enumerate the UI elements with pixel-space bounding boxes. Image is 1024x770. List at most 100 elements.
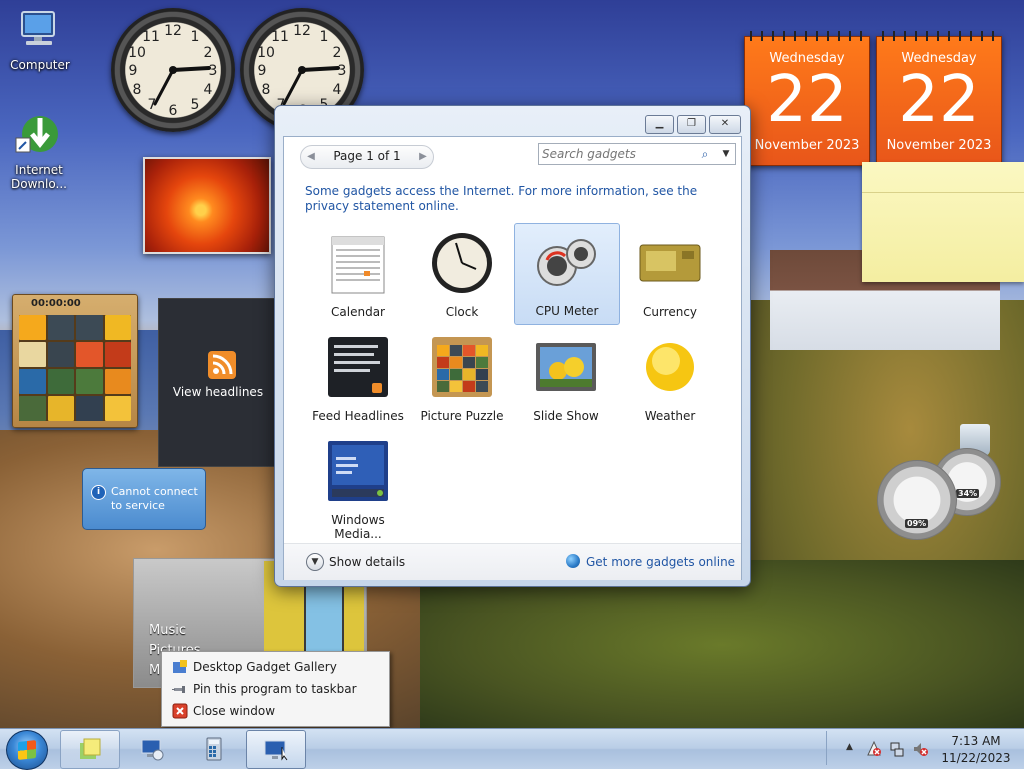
globe-icon xyxy=(566,554,580,568)
start-button[interactable] xyxy=(6,730,48,770)
action-center-icon[interactable] xyxy=(866,741,882,757)
puzzle-tile[interactable] xyxy=(47,315,74,340)
calculator-icon xyxy=(206,737,222,761)
get-more-gadgets-link[interactable]: Get more gadgets online xyxy=(586,555,735,569)
restore-button[interactable]: ❐ xyxy=(677,115,706,134)
menu-item-pin-to-taskbar[interactable]: Pin this program to taskbar xyxy=(164,678,385,700)
svg-text:2: 2 xyxy=(333,45,342,61)
svg-text:4: 4 xyxy=(204,82,213,98)
calendar-month-year: November 2023 xyxy=(886,138,992,153)
svg-text:3: 3 xyxy=(209,63,218,79)
svg-text:5: 5 xyxy=(191,97,200,113)
svg-text:8: 8 xyxy=(133,82,142,98)
taskbar-desktop-gadgets[interactable] xyxy=(246,730,306,769)
taskbar-remote-desktop[interactable] xyxy=(122,730,182,769)
puzzle-tile[interactable] xyxy=(76,369,103,394)
puzzle-tile[interactable] xyxy=(104,396,131,421)
taskbar-scroll[interactable] xyxy=(826,731,837,765)
taskbar-jump-list[interactable]: Desktop Gadget Gallery Pin this program … xyxy=(161,651,390,727)
chevron-down-icon[interactable]: ▼ xyxy=(719,144,733,164)
cpu-meter-icon xyxy=(537,239,596,286)
search-icon[interactable]: ⌕ xyxy=(697,144,713,164)
calendar-gadget[interactable]: Wednesday 22 November 2023 xyxy=(876,31,1002,166)
show-details-button[interactable]: Show details xyxy=(329,555,405,569)
volume-muted-icon[interactable] xyxy=(912,741,928,757)
puzzle-tile[interactable] xyxy=(19,369,46,394)
desktop-icon-computer[interactable]: Computer xyxy=(8,6,72,76)
puzzle-timer: 00:00:00 xyxy=(31,298,81,309)
search-box[interactable]: ⌕ ▼ xyxy=(538,143,736,165)
chevron-down-icon[interactable]: ▼ xyxy=(306,553,324,571)
svg-text:6: 6 xyxy=(169,103,178,119)
gadget-clock[interactable]: Clock xyxy=(410,225,514,325)
next-page-button[interactable]: ▶ xyxy=(414,148,432,166)
sticky-notes-icon xyxy=(80,738,101,759)
currency-icon xyxy=(639,244,701,282)
gadget-name: Windows Media... xyxy=(331,513,385,541)
gadget-calendar[interactable]: Calendar xyxy=(306,225,410,325)
svg-text:12: 12 xyxy=(164,23,182,39)
puzzle-tile[interactable] xyxy=(104,342,131,367)
cpu-meter-gadget[interactable]: 34% 09% xyxy=(877,448,1003,540)
picture-puzzle-gadget[interactable]: 00:00:00 xyxy=(12,294,138,428)
sticky-note-fold xyxy=(862,192,1024,193)
menu-item-close-window[interactable]: Close window xyxy=(164,700,385,722)
notification-area: ▲ 7:13 AM 11/22/2023 xyxy=(826,730,1024,768)
gadget-name: Picture Puzzle xyxy=(420,409,504,423)
puzzle-tile[interactable] xyxy=(47,369,74,394)
calendar-month-year: November 2023 xyxy=(754,138,860,153)
show-hidden-icons-button[interactable]: ▲ xyxy=(846,742,853,752)
clock-time[interactable]: 7:13 AM xyxy=(936,734,1016,748)
media-item[interactable]: Music xyxy=(149,621,200,641)
gadget-cpu-meter[interactable]: CPU Meter xyxy=(514,223,620,325)
search-input[interactable] xyxy=(542,145,692,162)
gadget-gallery-window[interactable]: ▁ ❐ ✕ ◀ Page 1 of 1 ▶ ⌕ ▼ Some gadgets a… xyxy=(274,105,751,587)
cpu-percent: 09% xyxy=(905,519,929,528)
menu-item-desktop-gadget-gallery[interactable]: Desktop Gadget Gallery xyxy=(164,656,385,678)
privacy-info-link[interactable]: Some gadgets access the Internet. For mo… xyxy=(305,184,725,214)
puzzle-tile[interactable] xyxy=(76,342,103,367)
puzzle-tile[interactable] xyxy=(47,342,74,367)
network-icon[interactable] xyxy=(890,741,906,757)
calendar-gadget[interactable]: Wednesday 22 November 2023 xyxy=(744,31,870,166)
calendar-rings xyxy=(877,31,1001,41)
gadget-name: Clock xyxy=(445,305,479,319)
puzzle-tile[interactable] xyxy=(104,315,131,340)
weather-gadget[interactable]: i Cannot connect to service xyxy=(82,468,206,530)
sticky-note[interactable] xyxy=(862,162,1024,282)
gadget-windows-media[interactable]: Windows Media... xyxy=(306,433,410,541)
desktop-icon-label: Computer xyxy=(10,58,70,72)
puzzle-tile[interactable] xyxy=(19,315,46,340)
svg-text:2: 2 xyxy=(204,45,213,61)
desktop-gadgets-icon xyxy=(264,740,288,761)
puzzle-tile[interactable] xyxy=(47,396,74,421)
puzzle-tile[interactable] xyxy=(76,315,103,340)
clock-date[interactable]: 11/22/2023 xyxy=(936,751,1016,765)
clock-gadget[interactable]: 1212 345 678 91011 xyxy=(111,8,235,132)
taskbar-calculator[interactable] xyxy=(184,730,244,769)
feed-view-headlines: View headlines xyxy=(172,385,264,399)
gadget-picture-puzzle[interactable]: Picture Puzzle xyxy=(410,329,514,429)
close-button[interactable]: ✕ xyxy=(709,115,741,134)
gadget-name: Weather xyxy=(644,409,696,423)
desktop-icon-internet-download[interactable]: Internet Downlo... xyxy=(6,110,72,194)
puzzle-tile[interactable] xyxy=(76,396,103,421)
slideshow-gadget[interactable] xyxy=(143,157,271,254)
taskbar-sticky-notes[interactable] xyxy=(60,730,120,769)
puzzle-tile[interactable] xyxy=(19,342,46,367)
minimize-button[interactable]: ▁ xyxy=(645,115,674,134)
pin-icon xyxy=(172,686,185,693)
menu-item-label: Desktop Gadget Gallery xyxy=(193,660,337,674)
internet-download-icon xyxy=(15,116,58,153)
gadget-weather[interactable]: Weather xyxy=(618,329,722,429)
gadget-slide-show[interactable]: Slide Show xyxy=(514,329,618,429)
gadget-feed-headlines[interactable]: Feed Headlines xyxy=(306,329,410,429)
svg-text:12: 12 xyxy=(293,23,311,39)
svg-text:3: 3 xyxy=(338,63,347,79)
puzzle-tile[interactable] xyxy=(104,369,131,394)
puzzle-grid[interactable] xyxy=(19,315,131,421)
puzzle-tile[interactable] xyxy=(19,396,46,421)
gadget-currency[interactable]: Currency xyxy=(618,225,722,325)
menu-item-label: Close window xyxy=(193,704,276,718)
feed-headlines-gadget[interactable]: View headlines xyxy=(158,298,278,467)
